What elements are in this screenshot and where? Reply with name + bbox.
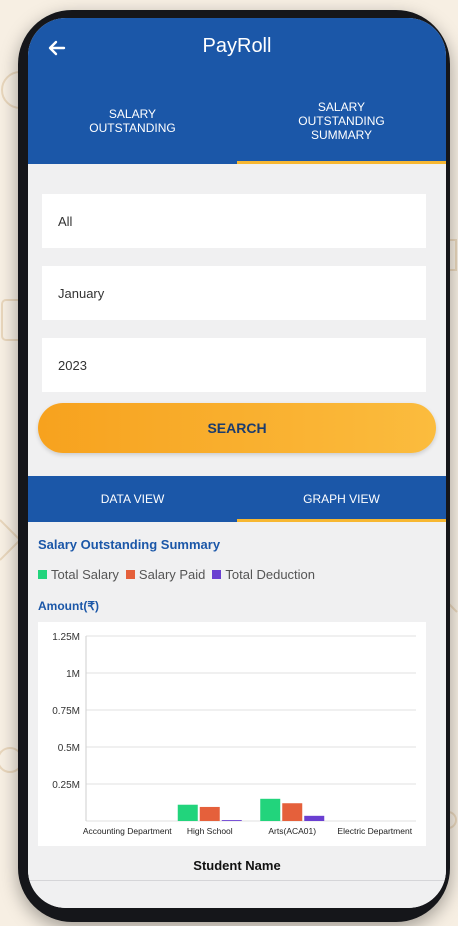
chart-bar: [199, 806, 220, 821]
legend-item-salary-paid[interactable]: Salary Paid: [125, 567, 206, 582]
chart-bar: [304, 815, 325, 821]
y-tick-label: 0.5M: [58, 743, 80, 754]
y-tick-label: 1M: [66, 669, 80, 680]
chart-bar: [221, 820, 242, 821]
bar-chart-svg: 0.25M 0.5M 0.75M 1M 1.25M Accounting Departme…: [52, 632, 416, 836]
y-tick-label: 0.75M: [52, 706, 80, 717]
tab-salary-outstanding-label: SALARY OUTSTANDING: [89, 107, 176, 135]
bar-chart: 0.25M 0.5M 0.75M 1M 1.25M Accounting Departme…: [38, 622, 426, 846]
summary-title: Salary Outstanding Summary: [38, 537, 221, 552]
chart-bar: [282, 803, 303, 821]
app-title: PayRoll: [202, 35, 272, 57]
legend-label-salary-paid: Salary Paid: [138, 567, 206, 582]
x-tick-label: Electric Department: [337, 826, 412, 836]
chart-bar: [177, 804, 198, 821]
month-select[interactable]: January: [42, 266, 426, 320]
y-tick-label: 1.25M: [52, 632, 80, 643]
chart-bar: [260, 798, 281, 821]
tab-graph-view[interactable]: GRAPH VIEW: [237, 476, 446, 522]
tab-salary-outstanding-summary-label: SALARY OUTSTANDING SUMMARY: [298, 100, 385, 142]
chart-legend: Total Salary Salary Paid Total Deduction: [38, 567, 322, 582]
y-axis-label: Amount(₹): [38, 599, 99, 613]
tab-salary-outstanding[interactable]: SALARY OUTSTANDING: [28, 78, 237, 164]
legend-label-total-salary: Total Salary: [51, 567, 119, 582]
main-content: All January 2023 SEARCH DATA VIEW GRAPH …: [28, 164, 446, 908]
department-select[interactable]: All: [42, 194, 426, 248]
legend-swatch-total-deduction: [212, 570, 222, 579]
x-axis-title: Student Name: [193, 858, 281, 873]
legend-item-total-salary[interactable]: Total Salary: [38, 567, 119, 582]
legend-swatch-salary-paid: [125, 570, 135, 579]
search-button[interactable]: SEARCH: [38, 403, 436, 453]
legend-label-total-deduction: Total Deduction: [225, 567, 316, 582]
legend-swatch-total-salary: [38, 570, 47, 579]
app-screen: PayRoll SALARY OUTSTANDING SALARY OUTSTA…: [28, 18, 446, 908]
x-tick-label: Arts(ACA01): [268, 826, 316, 836]
tab-salary-outstanding-summary[interactable]: SALARY OUTSTANDING SUMMARY: [237, 78, 446, 164]
y-tick-label: 0.25M: [52, 780, 80, 791]
x-tick-label: Accounting Department: [83, 826, 172, 836]
top-tab-bar: SALARY OUTSTANDING SALARY OUTSTANDING SU…: [28, 78, 446, 164]
view-tab-bar: DATA VIEW GRAPH VIEW: [28, 476, 446, 522]
year-select[interactable]: 2023: [42, 338, 426, 392]
app-bar: PayRoll: [28, 18, 446, 78]
tab-data-view[interactable]: DATA VIEW: [28, 476, 237, 522]
bottom-divider: [28, 880, 446, 881]
x-tick-label: High School: [187, 826, 233, 836]
legend-item-total-deduction[interactable]: Total Deduction: [212, 567, 315, 582]
